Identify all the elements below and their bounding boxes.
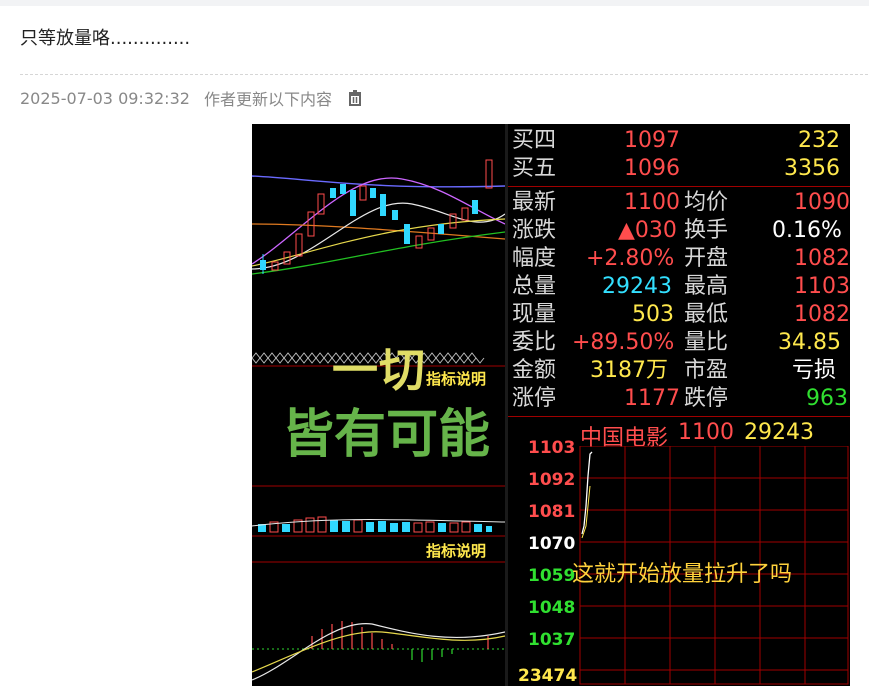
stat-value-totalvol: 29243 <box>602 274 672 299</box>
bid5-volume: 3356 <box>784 156 840 181</box>
stat-label-avgprice: 均价 <box>684 190 729 215</box>
stat-value-orderratio: +89.50% <box>572 330 675 355</box>
stat-label-latest: 最新 <box>512 190 557 215</box>
stat-label-orderratio: 委比 <box>512 330 557 355</box>
stat-label-totalvol: 总量 <box>512 274 557 299</box>
stat-label-limitup: 涨停 <box>512 386 557 411</box>
stat-label-open: 开盘 <box>684 246 729 271</box>
update-note: 作者更新以下内容 <box>203 90 332 109</box>
top-bar <box>0 0 869 6</box>
trash-icon[interactable] <box>346 89 364 107</box>
post-text: 只等放量咯.............. <box>20 28 191 49</box>
quote-divider <box>508 186 850 187</box>
stat-label-turnover: 换手 <box>684 218 729 243</box>
stat-value-volratio: 34.85 <box>778 330 841 355</box>
post-timestamp: 2025-07-03 09:32:32 <box>20 88 190 108</box>
stat-label-amplitude: 幅度 <box>512 246 557 271</box>
price-axis-2: 1092 <box>528 470 576 490</box>
kline-pane: 一切 皆有可能 指标说明 指标说明 <box>252 124 506 686</box>
price-axis-7: 1037 <box>528 630 576 650</box>
stat-label-amount: 金额 <box>512 358 557 383</box>
indicator-label-2: 指标说明 <box>426 542 487 560</box>
bid5-label: 买五 <box>512 156 557 181</box>
stat-value-curvol: 503 <box>632 302 674 327</box>
stat-label-volratio: 量比 <box>684 330 729 355</box>
stat-value-amplitude: +2.80% <box>586 246 675 271</box>
divider <box>20 74 868 75</box>
stat-value-high: 1103 <box>794 274 850 299</box>
stat-value-open: 1082 <box>794 246 850 271</box>
stock-screenshot: 一切 皆有可能 指标说明 指标说明 买四 1097 232 买五 1096 33… <box>252 124 850 686</box>
bid4-volume: 232 <box>798 128 840 153</box>
stat-value-turnover: 0.16% <box>772 218 842 243</box>
overlay-text-line2: 皆有可能 <box>282 405 491 465</box>
stat-label-limitdown: 跌停 <box>684 386 729 411</box>
stat-label-low: 最低 <box>684 302 729 327</box>
bid4-price: 1097 <box>624 128 680 153</box>
price-axis-4: 1070 <box>528 534 576 554</box>
stat-label-curvol: 现量 <box>512 302 557 327</box>
quote-divider-2 <box>508 416 850 417</box>
stat-label-high: 最高 <box>684 274 729 299</box>
bid4-label: 买四 <box>512 128 557 153</box>
quote-pane: 买四 1097 232 买五 1096 3356 最新 1100 均价 1090… <box>508 124 850 686</box>
overlay-question: 这就开始放量拉升了吗 <box>572 562 793 587</box>
bid5-price: 1096 <box>624 156 680 181</box>
stat-value-limitup: 1177 <box>624 386 680 411</box>
stat-label-change: 涨跌 <box>512 218 557 243</box>
stat-value-pe: 亏损 <box>792 358 837 383</box>
stat-value-change: ▲030 <box>618 218 677 243</box>
stat-value-low: 1082 <box>794 302 850 327</box>
post-meta: 2025-07-03 09:32:32 作者更新以下内容 <box>20 86 364 110</box>
indicator-label-1: 指标说明 <box>426 370 487 388</box>
price-axis-5: 1059 <box>528 566 576 586</box>
stat-value-avgprice: 1090 <box>794 190 850 215</box>
price-axis-6: 1048 <box>528 598 576 618</box>
stat-label-pe: 市盈 <box>684 358 729 383</box>
stat-value-latest: 1100 <box>624 190 680 215</box>
price-axis-1: 1103 <box>528 438 576 458</box>
stat-value-amount: 3187万 <box>590 358 668 383</box>
bottom-volume: 23474 <box>518 666 578 686</box>
overlay-text-line1: 一切 <box>332 343 426 397</box>
price-axis-3: 1081 <box>528 502 576 522</box>
stat-value-limitdown: 963 <box>806 386 848 411</box>
